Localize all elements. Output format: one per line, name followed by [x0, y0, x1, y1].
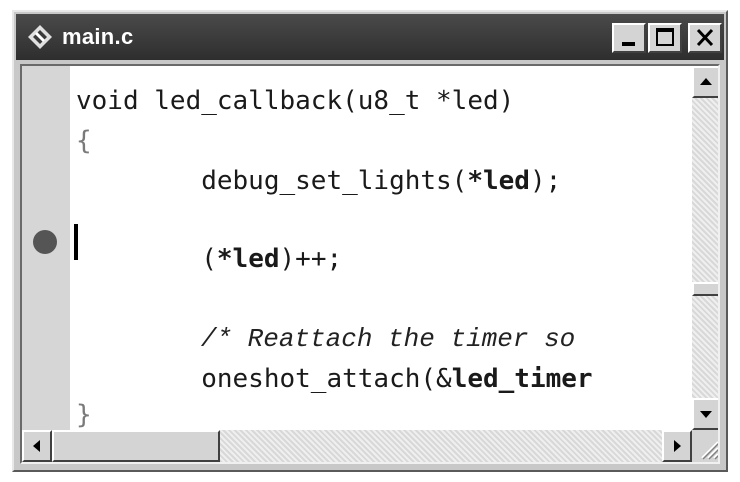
horizontal-scrollbar[interactable]	[22, 430, 692, 462]
window-title: main.c	[62, 24, 134, 49]
title-bar[interactable]: main.c	[16, 14, 724, 60]
code-editor[interactable]: void led_callback(u8_t *led) { debug_set…	[70, 66, 692, 430]
text-cursor	[74, 224, 78, 260]
maximize-button[interactable]	[648, 23, 682, 53]
close-button[interactable]	[688, 23, 722, 53]
close-icon	[696, 28, 714, 47]
app-logo-icon	[26, 23, 54, 51]
arrow-right-icon	[674, 440, 681, 452]
scroll-up-button[interactable]	[692, 66, 718, 98]
code-line-2: {	[76, 126, 92, 156]
code-line-9: }	[76, 400, 92, 430]
vertical-scrollbar[interactable]	[692, 66, 718, 430]
code-line-3: debug_set_lights(*led);	[76, 166, 562, 196]
editor-window: main.c void led_callback(u8_t *led) {de…	[12, 10, 728, 472]
arrow-up-icon	[700, 78, 712, 85]
arrow-left-icon	[33, 440, 40, 452]
scroll-right-button[interactable]	[662, 430, 692, 462]
breakpoint-marker-icon[interactable]	[33, 230, 57, 254]
code-line-7: /* Reattach the timer so	[76, 324, 576, 354]
resize-grip-icon	[701, 441, 718, 460]
minimize-button[interactable]	[612, 23, 646, 53]
code-line-8: oneshot_attach(&led_timer	[76, 364, 593, 394]
minimize-icon	[622, 42, 635, 46]
horizontal-scroll-thumb[interactable]	[52, 430, 220, 462]
vertical-scroll-thumb[interactable]	[692, 282, 718, 296]
code-line-1: void led_callback(u8_t *led)	[76, 86, 515, 116]
maximize-icon	[656, 28, 674, 46]
breakpoint-gutter[interactable]	[22, 66, 70, 430]
scroll-down-button[interactable]	[692, 398, 718, 430]
code-line-5: (*led)++;	[76, 244, 343, 274]
resize-grip[interactable]	[692, 430, 718, 462]
arrow-down-icon	[700, 411, 712, 418]
scroll-left-button[interactable]	[22, 430, 52, 462]
editor-client-area: void led_callback(u8_t *led) { debug_set…	[20, 64, 720, 464]
